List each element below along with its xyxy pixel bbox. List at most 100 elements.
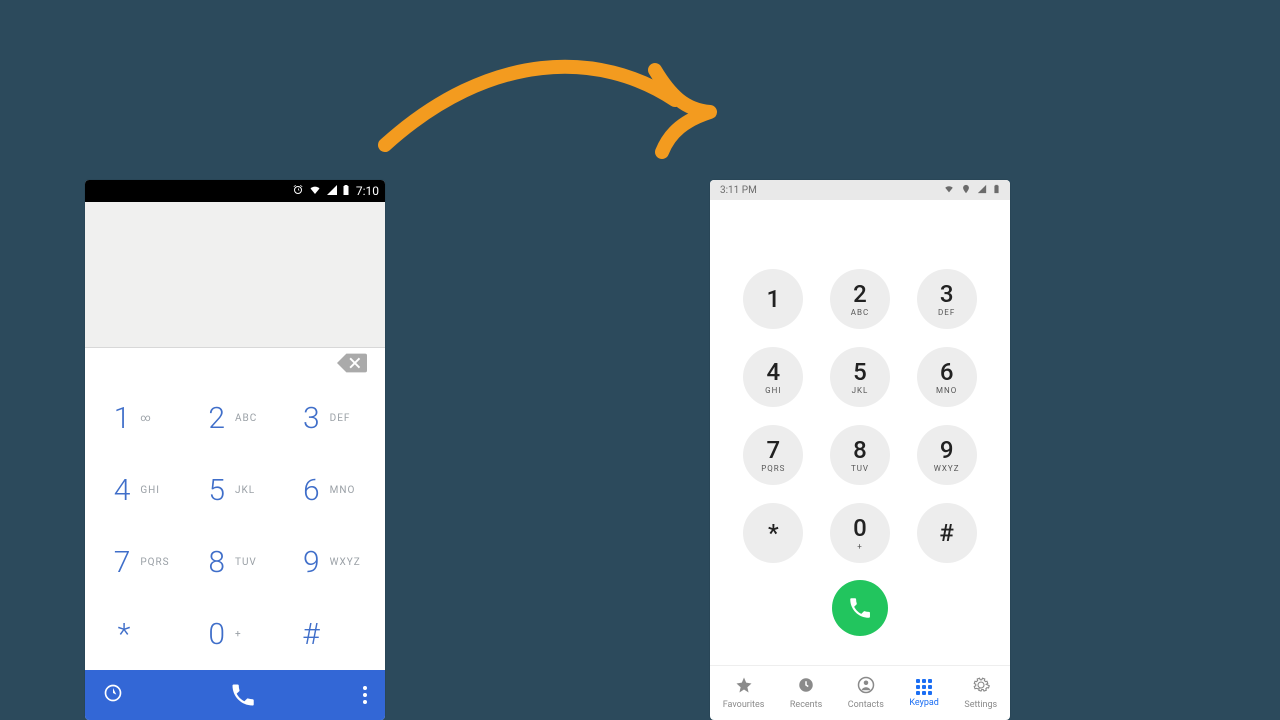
dialpad-key-1[interactable]: 1∞	[93, 382, 188, 454]
overflow-menu-button[interactable]	[363, 686, 367, 704]
dialpad-letters: DEF	[938, 308, 955, 317]
bottom-action-bar	[85, 670, 385, 720]
dialpad-key-4[interactable]: 4GHI	[93, 454, 188, 526]
dialpad-digit: 0	[853, 516, 867, 540]
tab-label: Keypad	[909, 698, 939, 708]
clock-icon	[797, 676, 815, 697]
dialpad-digit: 2	[853, 282, 867, 306]
dialpad-digit: #	[939, 521, 953, 545]
dialpad-key-#[interactable]: #	[917, 503, 977, 563]
number-display-area	[85, 202, 385, 348]
dialpad-key-7[interactable]: 7PQRS	[743, 425, 803, 485]
dialpad-letters: WXYZ	[330, 557, 360, 568]
dialpad-letters: MNO	[330, 485, 360, 496]
dialpad: 12ABC3DEF4GHI5JKL6MNO7PQRS8TUV9WXYZ*0+#	[710, 260, 1010, 572]
dialpad-digit: 5	[205, 473, 225, 508]
dialpad-letters: TUV	[235, 557, 265, 568]
dialpad-letters: ∞	[140, 413, 170, 424]
dialpad-digit: 9	[300, 545, 320, 580]
dialpad-key-9[interactable]: 9 WXYZ	[282, 526, 377, 598]
dialpad-key-1[interactable]: 1	[743, 269, 803, 329]
location-icon	[961, 184, 971, 197]
phone-new-dialer: 3:11 PM 1 2 ABC 3 DEF 4 GHI 5 JKL 6 MNO 7PQRS 8TUV 9W…	[710, 180, 1010, 720]
dialpad-letters: PQRS	[140, 557, 170, 568]
dialpad-digit: 9	[940, 438, 954, 462]
dialpad-letters: ABC	[235, 413, 265, 424]
dialpad-key-9[interactable]: 9WXYZ	[917, 425, 977, 485]
dialpad-digit: *	[110, 617, 130, 652]
dialpad-digit: 7	[110, 545, 130, 580]
tab-keypad[interactable]: Keypad	[909, 679, 939, 708]
dialpad-letters: DEF	[330, 413, 360, 424]
transition-arrow	[370, 40, 730, 160]
dialpad-digit: 6	[300, 473, 320, 508]
dialpad-key-0[interactable]: 0+	[188, 598, 283, 670]
dialpad-key-3[interactable]: 3 DEF	[917, 269, 977, 329]
signal-icon	[326, 184, 338, 199]
dialpad-key-4[interactable]: 4 GHI	[743, 347, 803, 407]
tab-label: Settings	[964, 700, 997, 710]
tab-favourites[interactable]: Favourites	[723, 676, 765, 710]
history-button[interactable]	[103, 683, 123, 707]
dialpad-key-2[interactable]: 2 ABC	[830, 269, 890, 329]
wifi-icon	[308, 184, 322, 199]
alarm-icon	[292, 184, 304, 199]
wifi-icon	[943, 184, 955, 197]
dialpad-key-6[interactable]: 6 MNO	[282, 454, 377, 526]
call-button[interactable]	[832, 580, 888, 636]
keypad-icon	[916, 679, 932, 695]
dialpad-letters: JKL	[852, 386, 869, 395]
dialpad-key-2[interactable]: 2 ABC	[188, 382, 283, 454]
dialpad-letters: ABC	[851, 308, 869, 317]
tab-settings[interactable]: Settings	[964, 676, 997, 710]
dialpad-digit: 2	[205, 401, 225, 436]
dialpad-digit: 1	[767, 287, 781, 311]
dialpad-key-0[interactable]: 0+	[830, 503, 890, 563]
dialpad-letters: MNO	[936, 386, 957, 395]
dialpad-digit: #	[300, 617, 320, 652]
battery-icon	[342, 184, 350, 199]
tab-recents[interactable]: Recents	[790, 676, 822, 710]
dialpad-letters: PQRS	[761, 464, 785, 473]
dialpad-digit: *	[768, 521, 779, 545]
dialpad-letters: +	[857, 542, 863, 551]
dialpad-key-7[interactable]: 7 PQRS	[93, 526, 188, 598]
tab-label: Contacts	[848, 700, 884, 710]
dialpad-digit: 3	[300, 401, 320, 436]
star-icon	[735, 676, 753, 697]
dialpad-letters: GHI	[765, 386, 781, 395]
gear-icon	[972, 676, 990, 697]
call-button[interactable]	[223, 675, 263, 715]
dialpad-digit: 6	[940, 360, 954, 384]
dialpad-digit: 0	[205, 617, 225, 652]
backspace-button[interactable]	[337, 353, 367, 377]
dialpad-key-6[interactable]: 6 MNO	[917, 347, 977, 407]
dialpad-digit: 8	[205, 545, 225, 580]
dialpad-key-5[interactable]: 5 JKL	[188, 454, 283, 526]
dialpad-digit: 8	[853, 438, 867, 462]
dialpad-digit: 3	[940, 282, 954, 306]
dialpad-key-*[interactable]: *	[743, 503, 803, 563]
number-display-area	[710, 200, 1010, 260]
dialpad-key-5[interactable]: 5 JKL	[830, 347, 890, 407]
dialpad-letters: GHI	[140, 485, 170, 496]
battery-icon	[993, 184, 1000, 197]
dialpad-key-#[interactable]: #	[282, 598, 377, 670]
dialpad-letters: JKL	[235, 485, 265, 496]
tab-label: Favourites	[723, 700, 765, 710]
dialpad-key-*[interactable]: *	[93, 598, 188, 670]
dialpad: 1∞2ABC3DEF4GHI5JKL6MNO7PQRS8TUV9WXYZ*0+#	[85, 382, 385, 670]
status-bar: 3:11 PM	[710, 180, 1010, 200]
dialpad-digit: 5	[853, 360, 867, 384]
dialpad-key-8[interactable]: 8TUV	[830, 425, 890, 485]
tab-contacts[interactable]: Contacts	[848, 676, 884, 710]
dialpad-key-3[interactable]: 3 DEF	[282, 382, 377, 454]
dialpad-key-8[interactable]: 8 TUV	[188, 526, 283, 598]
dialpad-letters: +	[235, 629, 265, 640]
dialpad-digit: 1	[110, 401, 130, 436]
signal-icon	[977, 184, 987, 197]
tab-label: Recents	[790, 700, 822, 710]
dialpad-digit: 4	[767, 360, 781, 384]
person-icon	[857, 676, 875, 697]
phone-old-dialer: 7:10 1∞2ABC3DEF4GHI5JKL6MNO7PQRS8TUV9WXY…	[85, 180, 385, 720]
